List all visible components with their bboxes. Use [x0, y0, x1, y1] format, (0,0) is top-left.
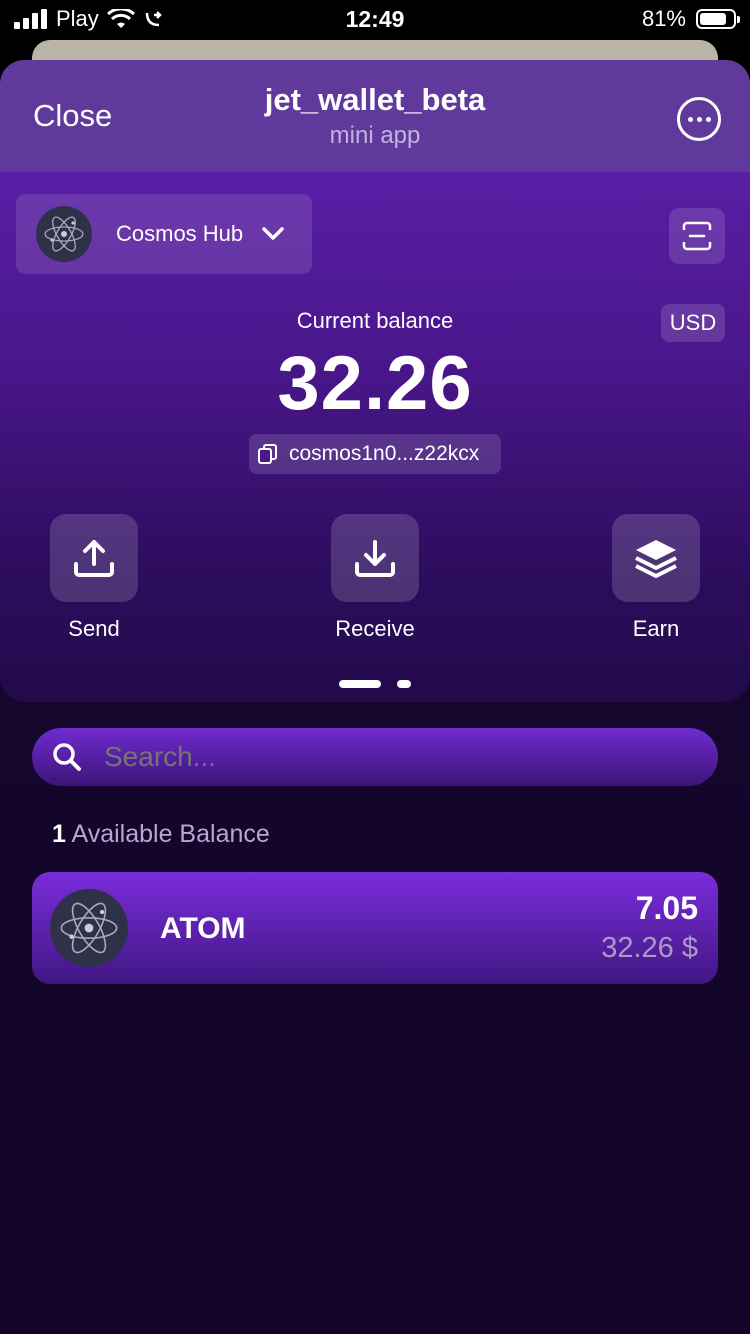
send-action[interactable]: Send [34, 514, 154, 642]
send-button[interactable] [50, 514, 138, 602]
receive-label: Receive [335, 616, 415, 641]
asset-amount: 7.05 [635, 890, 698, 926]
page-dot-active[interactable] [339, 680, 381, 688]
battery-fill [700, 13, 726, 25]
page-indicator[interactable] [0, 680, 750, 688]
send-label: Send [68, 616, 120, 641]
more-options-button[interactable] [677, 97, 721, 141]
wallet-address: cosmos1n0...z22kcx [289, 442, 480, 465]
earn-button[interactable] [612, 514, 700, 602]
asset-row[interactable]: ATOM 7.05 32.26 $ [32, 872, 718, 984]
layers-icon [635, 540, 677, 578]
mini-app-header: Close jet_wallet_beta mini app [0, 60, 750, 172]
search-input[interactable] [102, 740, 666, 774]
earn-label: Earn [632, 616, 680, 641]
app-subtitle: mini app [329, 122, 421, 149]
asset-usd-value: 32.26 $ [601, 932, 698, 964]
asset-count: 1 [52, 820, 66, 848]
status-right: 81% [641, 6, 740, 32]
network-name: Cosmos Hub [116, 221, 244, 246]
status-bar: Play 12:49 81% [0, 0, 750, 40]
wallet-hero: Cosmos Hub USD Current balance 32.26 cos… [0, 172, 750, 702]
network-selector[interactable]: Cosmos Hub [16, 194, 312, 274]
earn-action[interactable]: Earn [596, 514, 716, 642]
app-title: jet_wallet_beta [264, 82, 486, 117]
battery-tip [737, 16, 740, 23]
more-dot-icon [705, 116, 711, 122]
battery-icon [696, 9, 740, 29]
upload-icon [74, 540, 114, 577]
mini-app-sheet: Close jet_wallet_beta mini app Cosmos Hu… [0, 60, 750, 1334]
copy-icon [258, 444, 277, 464]
clock: 12:49 [345, 6, 405, 32]
search-bar[interactable] [32, 728, 718, 786]
receive-action[interactable]: Receive [315, 514, 435, 642]
more-dot-icon [687, 116, 693, 122]
balance-value: 32.26 [277, 341, 473, 426]
cosmos-logo-icon [36, 206, 92, 262]
scan-icon [682, 221, 712, 251]
atom-logo-icon [50, 889, 128, 967]
available-balance-label: Available Balance [71, 820, 270, 848]
search-icon [53, 743, 81, 771]
available-balance-heading: 1 Available Balance [52, 820, 270, 849]
scan-button[interactable] [669, 208, 725, 264]
download-icon [355, 540, 395, 577]
page-dot[interactable] [397, 680, 411, 688]
copy-address-button[interactable]: cosmos1n0...z22kcx [249, 434, 501, 474]
battery-percent: 81% [641, 6, 686, 31]
balance-label: Current balance [296, 308, 454, 333]
chevron-down-icon [262, 227, 284, 240]
receive-button[interactable] [331, 514, 419, 602]
more-dot-icon [696, 116, 702, 122]
asset-symbol: ATOM [160, 912, 246, 945]
